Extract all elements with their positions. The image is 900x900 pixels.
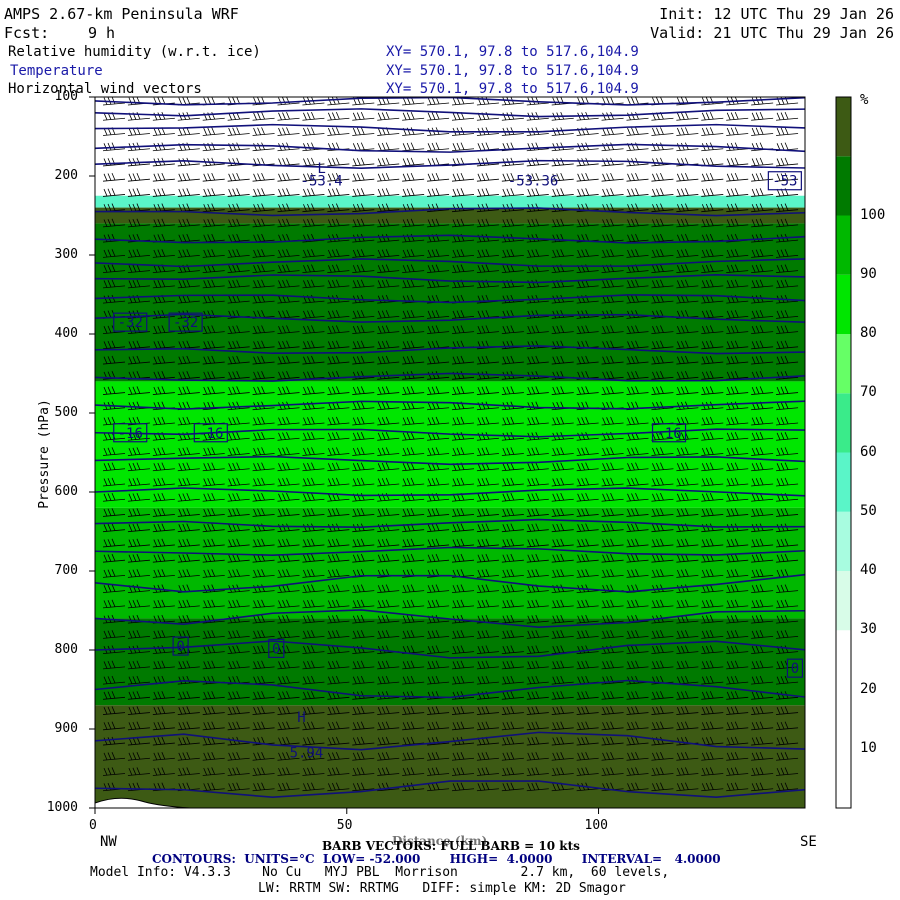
colorbar-tick-label: 30 (860, 621, 877, 638)
colorbar-swatch (836, 334, 851, 394)
colorbar-tick-label: 60 (860, 443, 877, 460)
se-label: SE (800, 834, 817, 850)
colorbar-tick-label: 10 (860, 739, 877, 756)
colorbar-swatch (836, 215, 851, 275)
colorbar-tick-label: 50 (860, 502, 877, 519)
colorbar-swatch (836, 452, 851, 512)
colorbar (835, 96, 852, 809)
colorbar-tick-label: 20 (860, 680, 877, 697)
nw-label: NW (100, 834, 117, 850)
colorbar-swatch (836, 393, 851, 453)
colorbar-swatch (836, 511, 851, 571)
colorbar-swatch (836, 571, 851, 631)
colorbar-swatch (836, 274, 851, 334)
colorbar-tick-label: 40 (860, 562, 877, 578)
model-info: Model Info: V4.3.3 No Cu MYJ PBL Morriso… (90, 865, 670, 880)
x-axis-title: Distance (km) (392, 834, 488, 848)
colorbar-tick-label: 70 (860, 384, 877, 401)
colorbar-swatch (836, 156, 851, 216)
colorbar-tick-label: 90 (860, 265, 877, 282)
colorbar-swatch (836, 748, 851, 808)
physics-info: LW: RRTM SW: RRTMG DIFF: simple KM: 2D S… (258, 881, 626, 896)
colorbar-unit: % (860, 92, 869, 108)
colorbar-swatch (836, 689, 851, 749)
colorbar-swatch (836, 97, 851, 157)
colorbar-swatch (836, 630, 851, 690)
colorbar-tick-label: 100 (860, 206, 886, 223)
colorbar-tick-label: 80 (860, 325, 877, 341)
